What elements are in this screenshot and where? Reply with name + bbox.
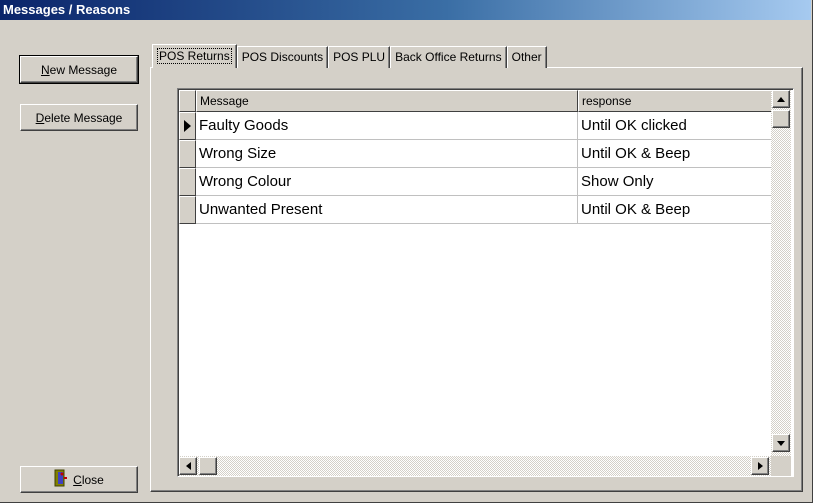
tab-strip: POS Returns POS Discounts POS PLU Back O…	[152, 44, 547, 68]
column-header-message[interactable]: Message	[196, 90, 578, 112]
tab-pos-discounts[interactable]: POS Discounts	[236, 46, 329, 68]
current-row-arrow-icon	[184, 120, 191, 132]
table-row[interactable]: Faulty Goods Until OK clicked	[179, 112, 772, 140]
scroll-up-button[interactable]	[772, 90, 790, 108]
horizontal-scrollbar[interactable]	[179, 456, 771, 476]
cell-response[interactable]: Until OK clicked	[578, 112, 772, 140]
arrow-left-icon	[185, 462, 191, 470]
cell-message[interactable]: Wrong Size	[196, 140, 578, 168]
cell-message[interactable]: Faulty Goods	[196, 112, 578, 140]
tab-pos-returns-label: POS Returns	[157, 48, 232, 64]
arrow-down-icon	[777, 440, 785, 446]
title-bar: Messages / Reasons	[0, 0, 811, 20]
table-row[interactable]: Wrong Colour Show Only	[179, 168, 772, 196]
table-row[interactable]: Unwanted Present Until OK & Beep	[179, 196, 772, 224]
cell-response[interactable]: Show Only	[578, 168, 772, 196]
cell-message[interactable]: Wrong Colour	[196, 168, 578, 196]
messages-grid[interactable]: Message response Faulty Goods Until OK c…	[177, 88, 794, 477]
new-message-accel: N	[40, 62, 50, 77]
messages-reasons-window: Messages / Reasons New Message Delete Me…	[0, 0, 813, 503]
delete-message-accel: D	[35, 110, 45, 125]
close-label: lose	[81, 472, 104, 487]
row-indicator[interactable]	[179, 112, 196, 140]
delete-message-button[interactable]: Delete Message	[20, 104, 138, 131]
header-indicator-cell	[179, 90, 196, 112]
tab-back-office-returns-label: Back Office Returns	[395, 50, 502, 64]
cell-message[interactable]: Unwanted Present	[196, 196, 578, 224]
close-button[interactable]: Close	[20, 466, 138, 493]
new-message-button[interactable]: New Message	[19, 55, 139, 84]
window-title: Messages / Reasons	[3, 2, 131, 17]
scroll-right-button[interactable]	[751, 457, 769, 475]
grid-header: Message response	[179, 90, 772, 112]
vertical-scroll-thumb[interactable]	[772, 110, 790, 128]
tab-other[interactable]: Other	[506, 46, 547, 68]
row-indicator[interactable]	[179, 196, 196, 224]
tab-other-label: Other	[511, 50, 542, 64]
cell-response[interactable]: Until OK & Beep	[578, 196, 772, 224]
tab-pos-discounts-label: POS Discounts	[241, 50, 324, 64]
delete-message-label: elete Message	[44, 110, 123, 125]
column-header-response[interactable]: response	[578, 90, 772, 112]
arrow-right-icon	[757, 462, 763, 470]
scroll-corner	[771, 456, 791, 476]
row-indicator[interactable]	[179, 168, 196, 196]
table-row[interactable]: Wrong Size Until OK & Beep	[179, 140, 772, 168]
scroll-left-button[interactable]	[179, 457, 197, 475]
horizontal-scroll-thumb[interactable]	[199, 457, 217, 475]
tab-pos-returns[interactable]: POS Returns	[152, 44, 237, 68]
vertical-scrollbar[interactable]	[771, 90, 791, 456]
door-exit-icon	[54, 469, 68, 490]
tab-pos-plu[interactable]: POS PLU	[328, 46, 391, 68]
arrow-up-icon	[777, 96, 785, 102]
cell-response[interactable]: Until OK & Beep	[578, 140, 772, 168]
scroll-down-button[interactable]	[772, 434, 790, 452]
new-message-label: ew Message	[49, 62, 118, 77]
close-accel: C	[73, 472, 82, 487]
tab-back-office-returns[interactable]: Back Office Returns	[390, 46, 507, 68]
tab-pos-plu-label: POS PLU	[333, 50, 386, 64]
row-indicator[interactable]	[179, 140, 196, 168]
